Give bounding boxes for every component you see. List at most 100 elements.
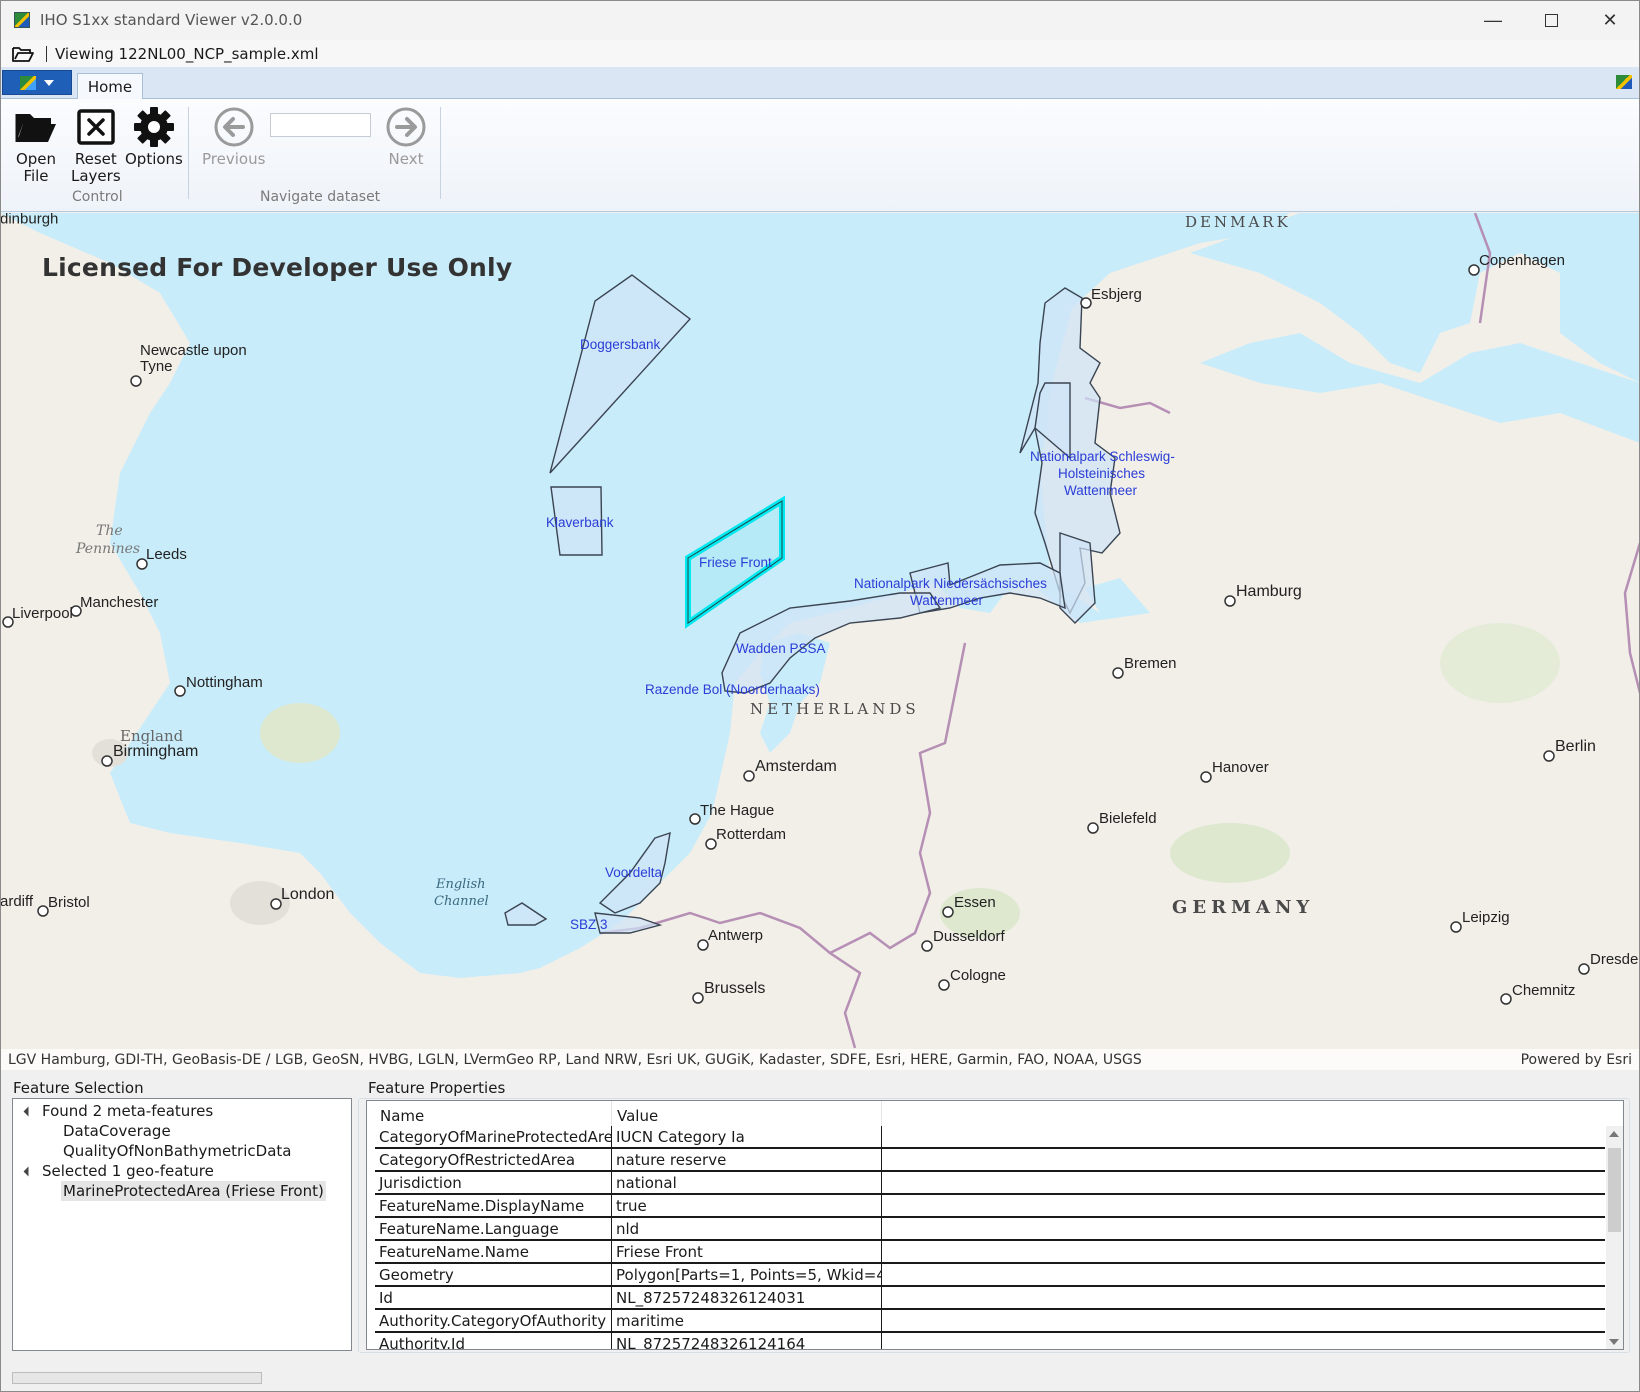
dataset-index-field[interactable]	[270, 113, 371, 137]
title-bar: IHO S1xx standard Viewer v2.0.0.0 — ✕	[0, 0, 1640, 40]
feature-properties-grid[interactable]: Name Value CategoryOfMarineProtectedArea…	[366, 1100, 1624, 1350]
close-button[interactable]: ✕	[1581, 0, 1639, 40]
region-label: Pennines	[75, 541, 140, 557]
city-label: Hamburg	[1236, 583, 1302, 600]
feature-selection-tree[interactable]: Found 2 meta-features DataCoverage Quali…	[12, 1098, 352, 1351]
city-label: Bristol	[48, 894, 90, 911]
tree-expanded-icon[interactable]	[23, 1106, 34, 1116]
city-label: dinburgh	[0, 213, 58, 228]
table-row[interactable]: CategoryOfRestrictedArea nature reserve	[375, 1149, 1605, 1172]
region-label: England	[120, 727, 184, 745]
ribbon-panel: Open File Reset Layers Options Control P…	[0, 99, 1640, 212]
city-label: Bielefeld	[1099, 810, 1157, 827]
tree-expanded-icon[interactable]	[23, 1166, 34, 1176]
property-value-cell: nld	[612, 1218, 882, 1239]
group-label-navigate: Navigate dataset	[260, 189, 381, 205]
status-bar	[0, 1356, 1640, 1392]
tab-home[interactable]: Home	[77, 73, 143, 100]
reset-layers-button[interactable]: Reset Layers	[71, 105, 121, 185]
empty-cell	[882, 1287, 1605, 1308]
property-name-cell: Geometry	[375, 1264, 612, 1285]
table-row[interactable]: Authority.Id NL_87257248326124164	[375, 1333, 1605, 1349]
property-name-cell: Authority.CategoryOfAuthority	[375, 1310, 612, 1331]
help-flag-icon[interactable]	[1616, 75, 1632, 89]
table-row[interactable]: FeatureName.DisplayName true	[375, 1195, 1605, 1218]
city-label: Copenhagen	[1479, 252, 1565, 269]
grid-header: Name Value	[375, 1101, 882, 1126]
next-button[interactable]: Next	[384, 105, 428, 168]
toolbar-separator	[46, 45, 47, 62]
property-name-cell: CategoryOfMarineProtectedArea	[375, 1126, 612, 1147]
powered-by-esri[interactable]: Powered by Esri	[1521, 1052, 1632, 1068]
table-row[interactable]: Id NL_87257248326124031	[375, 1287, 1605, 1310]
property-value-cell: Friese Front	[612, 1241, 882, 1262]
city-label: Manchester	[80, 594, 158, 611]
country-border	[1623, 542, 1640, 694]
open-folder-icon[interactable]	[12, 45, 34, 63]
table-row[interactable]: Authority.CategoryOfAuthority maritime	[375, 1310, 1605, 1333]
column-header-name[interactable]: Name	[375, 1101, 612, 1126]
city-label: Bremen	[1124, 655, 1177, 672]
property-value-cell: maritime	[612, 1310, 882, 1331]
property-value-cell: NL_87257248326124031	[612, 1287, 882, 1308]
city-label: Liverpool	[12, 605, 73, 622]
feature-label: Doggersbank	[580, 337, 661, 352]
scroll-up-icon[interactable]	[1609, 1131, 1619, 1137]
basemap: dinburgh Newcastle upon Tyne Leeds Manch…	[0, 213, 1640, 1049]
feature-label: Friese Front	[699, 555, 772, 570]
feature-label: Nationalpark Schleswig-	[1030, 449, 1175, 464]
maximize-button[interactable]	[1522, 0, 1580, 40]
open-file-button[interactable]: Open File	[14, 105, 58, 185]
property-name-cell: Id	[375, 1287, 612, 1308]
previous-button[interactable]: Previous	[202, 105, 265, 168]
tree-node-meta-features[interactable]: Found 2 meta-features	[23, 1101, 213, 1121]
table-row[interactable]: Jurisdiction national	[375, 1172, 1605, 1195]
property-name-cell: FeatureName.Name	[375, 1241, 612, 1262]
tree-node-quality[interactable]: QualityOfNonBathymetricData	[63, 1141, 291, 1161]
city-label: Antwerp	[708, 927, 763, 944]
region-label: GERMANY	[1172, 897, 1314, 918]
table-row[interactable]: FeatureName.Name Friese Front	[375, 1241, 1605, 1264]
city-label: Dresden	[1590, 951, 1640, 968]
viewing-file-label: Viewing 122NL00_NCP_sample.xml	[55, 44, 319, 63]
options-button[interactable]: Options	[125, 105, 183, 168]
city-label: Chemnitz	[1512, 982, 1575, 999]
minimize-button[interactable]: —	[1464, 0, 1522, 40]
city-label: Berlin	[1555, 738, 1596, 755]
license-watermark: Licensed For Developer Use Only	[42, 253, 513, 282]
empty-cell	[882, 1310, 1605, 1331]
table-row[interactable]: CategoryOfMarineProtectedArea IUCN Catego…	[375, 1126, 1605, 1149]
app-flag-icon	[14, 12, 30, 28]
region-label: DENMARK	[1185, 213, 1291, 231]
scrollbar-thumb[interactable]	[1608, 1148, 1621, 1232]
city-label: Hanover	[1212, 759, 1269, 776]
city-label: Leeds	[146, 546, 187, 563]
feature-properties-title: Feature Properties	[368, 1079, 506, 1097]
map-attribution: LGV Hamburg, GDI-TH, GeoBasis-DE / LGB, …	[0, 1049, 1640, 1070]
tree-node-marine-protected-area[interactable]: MarineProtectedArea (Friese Front)	[61, 1181, 326, 1201]
ribbon-tab-strip: Home	[0, 67, 1640, 100]
city-label: Tyne	[140, 358, 173, 375]
city-label: London	[281, 886, 334, 903]
table-row[interactable]: FeatureName.Language nld	[375, 1218, 1605, 1241]
scroll-down-icon[interactable]	[1609, 1339, 1619, 1345]
city-label: Amsterdam	[755, 758, 837, 775]
vertical-scrollbar[interactable]	[1606, 1126, 1623, 1349]
region-label: The	[96, 523, 123, 539]
empty-cell	[882, 1172, 1605, 1193]
table-row[interactable]: Geometry Polygon[Parts=1, Points=5, Wkid=…	[375, 1264, 1605, 1287]
app-flag-icon	[20, 75, 36, 90]
property-value-cell: national	[612, 1172, 882, 1193]
feature-label: Wadden PSSA	[736, 641, 826, 656]
property-name-cell: FeatureName.Language	[375, 1218, 612, 1239]
tree-node-datacoverage[interactable]: DataCoverage	[63, 1121, 171, 1141]
empty-cell	[882, 1333, 1605, 1349]
tree-node-geo-feature[interactable]: Selected 1 geo-feature	[23, 1161, 214, 1181]
column-header-value[interactable]: Value	[612, 1101, 882, 1126]
feature-label: Wattenmeer	[1064, 483, 1138, 498]
map-view[interactable]: dinburgh Newcastle upon Tyne Leeds Manch…	[0, 213, 1640, 1070]
city-label: Essen	[954, 894, 996, 911]
arrow-left-icon	[212, 105, 256, 149]
city-label: The Hague	[700, 802, 774, 819]
application-menu-button[interactable]	[2, 70, 72, 95]
